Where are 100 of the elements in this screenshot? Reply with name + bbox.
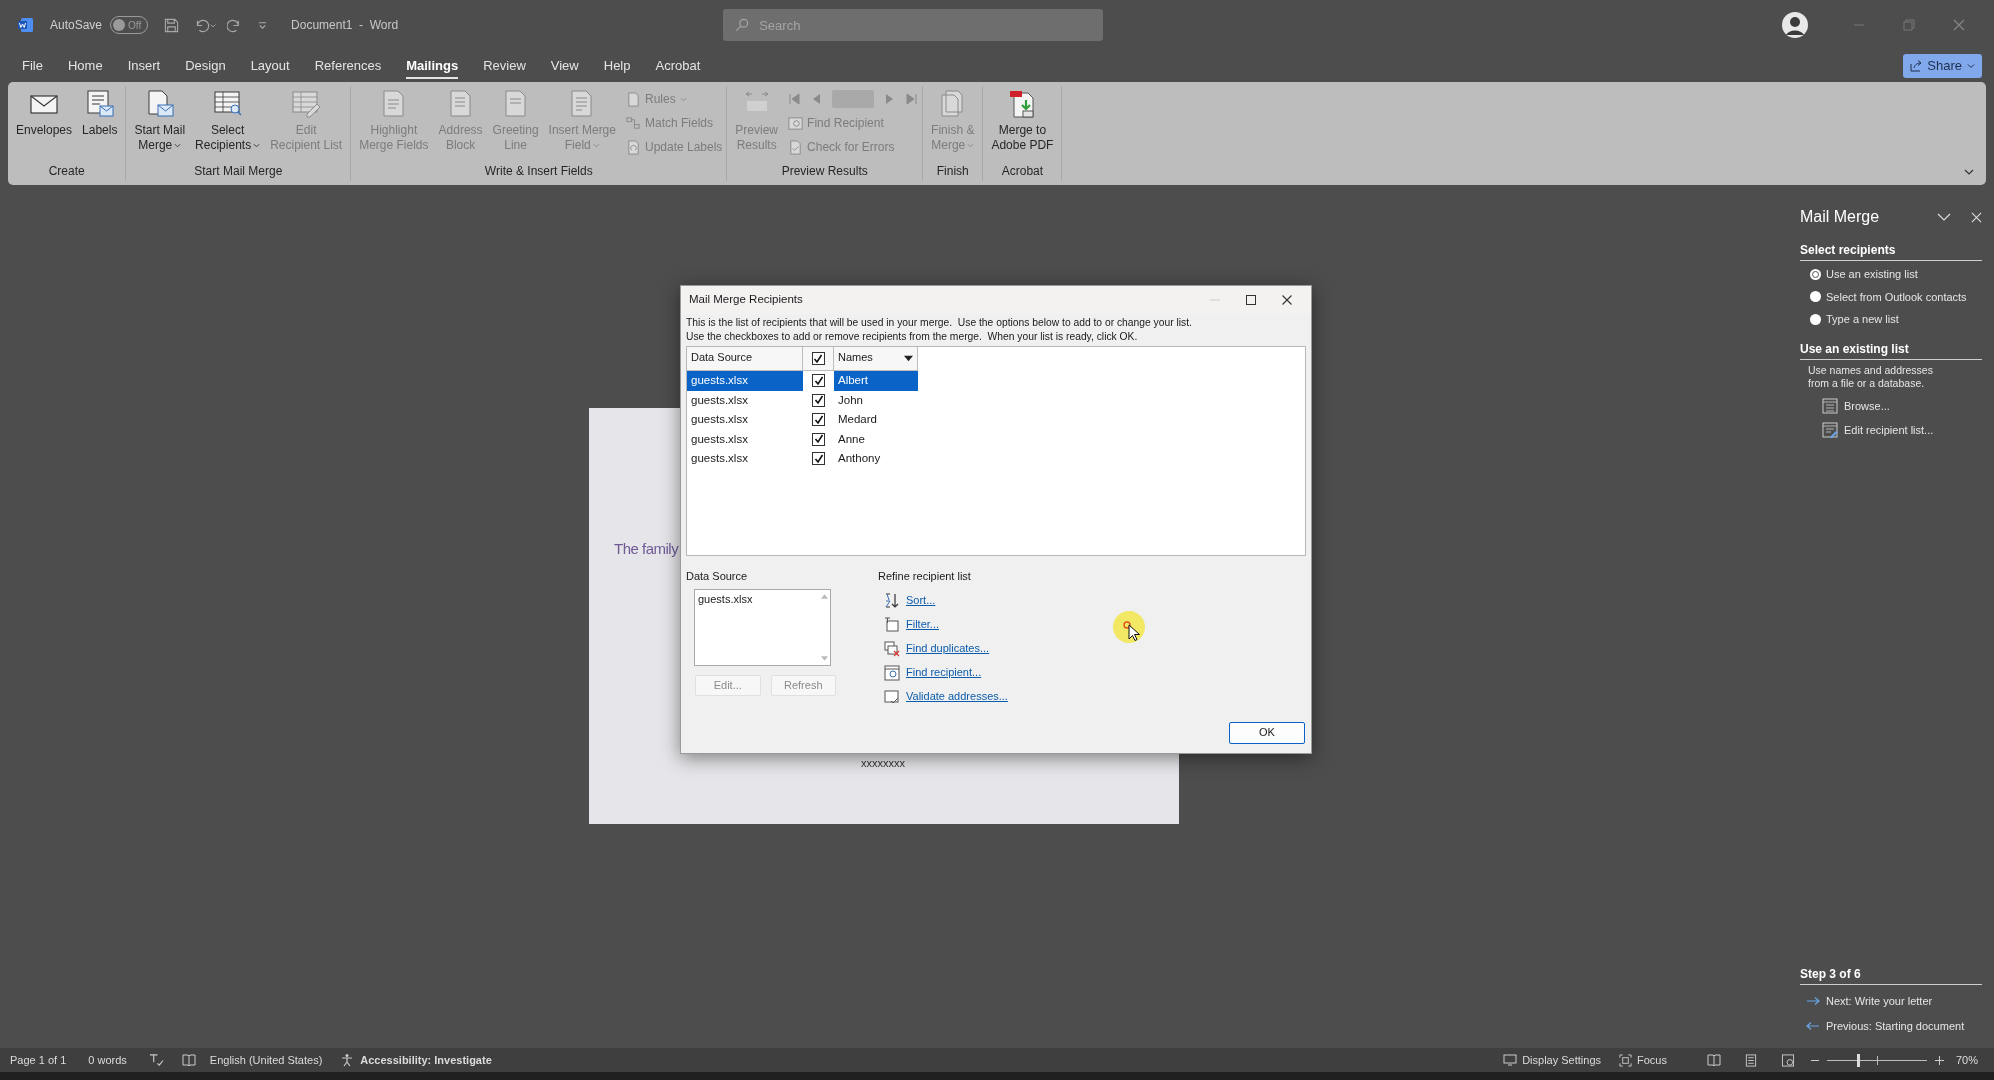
- table-cell[interactable]: Medard: [834, 410, 918, 430]
- print-layout-icon[interactable]: [1744, 1053, 1757, 1067]
- checkbox[interactable]: [812, 413, 825, 427]
- display-settings-button[interactable]: Display Settings: [1503, 1051, 1601, 1069]
- accessibility-status[interactable]: Accessibility: Investigate: [360, 1051, 492, 1069]
- caret-icon: [1967, 62, 1975, 70]
- zoom-thumb[interactable]: [1856, 1053, 1860, 1067]
- page-count[interactable]: Page 1 of 1: [10, 1051, 67, 1069]
- ribbon-tab[interactable]: Acrobat: [655, 53, 701, 79]
- checkbox[interactable]: [811, 352, 825, 365]
- read-mode-icon[interactable]: [1706, 1054, 1721, 1066]
- monitor-icon: [1503, 1054, 1518, 1066]
- link[interactable]: Find duplicates...: [906, 640, 990, 657]
- ribbon-button[interactable]: Envelopes: [12, 88, 77, 138]
- search-icon: [735, 18, 750, 32]
- radio-option[interactable]: Select from Outlook contacts: [1810, 288, 1982, 305]
- checkbox[interactable]: [812, 393, 825, 407]
- radio-button[interactable]: [1810, 313, 1821, 325]
- checkbox[interactable]: [812, 452, 825, 466]
- ribbon-button[interactable]: Select Recipients: [191, 88, 265, 153]
- link[interactable]: Sort...: [906, 592, 936, 609]
- zoom-slider[interactable]: [1824, 1053, 1929, 1067]
- duplicates-icon: [884, 640, 900, 657]
- pane-link[interactable]: Next: Write your letter: [1806, 993, 1982, 1010]
- radio-option[interactable]: Type a new list: [1810, 311, 1982, 328]
- share-button[interactable]: Share: [1903, 54, 1982, 78]
- pane-title: Mail Merge: [1800, 207, 1881, 227]
- ribbon-tab[interactable]: References: [314, 53, 382, 79]
- ribbon-button[interactable]: Labels: [78, 88, 122, 138]
- proofing-icon[interactable]: [148, 1053, 164, 1067]
- ribbon-tab[interactable]: Design: [185, 53, 226, 79]
- ok-button[interactable]: OK: [1229, 721, 1305, 744]
- link[interactable]: Find recipient...: [906, 664, 982, 681]
- ribbon-tab[interactable]: Mailings: [406, 53, 459, 79]
- accessibility-icon[interactable]: [340, 1053, 355, 1067]
- ribbon-tab[interactable]: File: [22, 53, 43, 79]
- language-status[interactable]: English (United States): [209, 1051, 323, 1069]
- ribbon-tab[interactable]: Insert: [127, 53, 161, 79]
- dialog-title: Mail Merge Recipients: [689, 292, 804, 308]
- ribbon-icon: [290, 88, 323, 120]
- table-cell[interactable]: Anne: [834, 429, 918, 449]
- customize-icon[interactable]: [258, 20, 268, 30]
- group-label: Preview Results: [781, 163, 868, 180]
- link[interactable]: Validate addresses...: [906, 688, 1008, 705]
- radio-button[interactable]: [1810, 291, 1821, 303]
- ribbon-button[interactable]: Merge to Adobe PDF: [987, 88, 1058, 153]
- cursor-icon: [1110, 608, 1148, 646]
- document-text: The family: [614, 539, 679, 559]
- find-icon: [884, 664, 900, 681]
- radio-option[interactable]: Use an existing list: [1810, 266, 1982, 283]
- collapse-ribbon-icon[interactable]: [1964, 167, 1974, 177]
- link[interactable]: Filter...: [906, 616, 939, 633]
- save-icon[interactable]: [164, 17, 180, 33]
- avatar-icon[interactable]: [1782, 12, 1808, 38]
- word-logo-icon[interactable]: [18, 17, 34, 33]
- ribbon-tab[interactable]: Layout: [250, 53, 290, 79]
- table-cell[interactable]: guests.xlsx: [687, 449, 803, 469]
- ribbon-icon: [625, 139, 641, 155]
- instruction-text: This is the list of recipients that will be used in your merge. Use the options below to add to or change your list. Use the checkboxes to add or remove recipients from the merge. When your list is ready, click OK.: [685, 316, 1193, 343]
- section-label: Data Source: [686, 569, 749, 584]
- checkbox[interactable]: [812, 432, 825, 446]
- column-header[interactable]: Names: [834, 347, 918, 371]
- zoom-percent[interactable]: 70%: [1955, 1051, 1978, 1069]
- section-label: Refine recipient list: [878, 569, 972, 584]
- table-cell[interactable]: guests.xlsx: [687, 371, 803, 391]
- pane-link[interactable]: Edit recipient list...: [1822, 422, 1982, 439]
- table-cell[interactable]: Albert: [834, 371, 918, 391]
- focus-icon: [1619, 1053, 1632, 1067]
- group-label: Finish: [936, 163, 969, 180]
- close-icon[interactable]: [1282, 295, 1292, 305]
- ribbon-button[interactable]: Start Mail Merge: [130, 88, 190, 153]
- ribbon-tab[interactable]: Home: [67, 53, 103, 79]
- checkbox[interactable]: [812, 374, 825, 388]
- ribbon-icon: [788, 139, 804, 155]
- word-count[interactable]: 0 words: [88, 1051, 127, 1069]
- zoom-in-icon[interactable]: [1934, 1055, 1944, 1065]
- caret-icon: [967, 142, 975, 149]
- web-layout-icon[interactable]: [1780, 1053, 1795, 1067]
- radio-button[interactable]: [1810, 268, 1821, 280]
- column-header[interactable]: Data Source: [687, 347, 803, 371]
- table-cell[interactable]: John: [834, 390, 918, 410]
- section-heading: Select recipients: [1800, 241, 1982, 261]
- focus-button[interactable]: Focus: [1619, 1051, 1667, 1069]
- ribbon-tab[interactable]: View: [550, 53, 579, 79]
- caret-icon: [253, 142, 261, 149]
- filter-icon: [884, 616, 900, 633]
- table-cell[interactable]: Anthony: [834, 449, 918, 469]
- book-icon[interactable]: [181, 1054, 196, 1066]
- ribbon-tab[interactable]: Review: [483, 53, 526, 79]
- maximize-icon[interactable]: [1246, 295, 1256, 305]
- table-cell[interactable]: guests.xlsx: [687, 390, 803, 410]
- pane-link[interactable]: Browse...: [1822, 397, 1982, 414]
- group-label: Acrobat: [1001, 163, 1044, 180]
- table-cell[interactable]: guests.xlsx: [687, 429, 803, 449]
- table-cell[interactable]: guests.xlsx: [687, 410, 803, 430]
- list-item[interactable]: guests.xlsx: [698, 590, 815, 607]
- pane-link[interactable]: Previous: Starting document: [1806, 1017, 1982, 1034]
- table-icon: [1822, 397, 1838, 414]
- ribbon-icon: [625, 91, 641, 107]
- ribbon-tab[interactable]: Help: [603, 53, 631, 79]
